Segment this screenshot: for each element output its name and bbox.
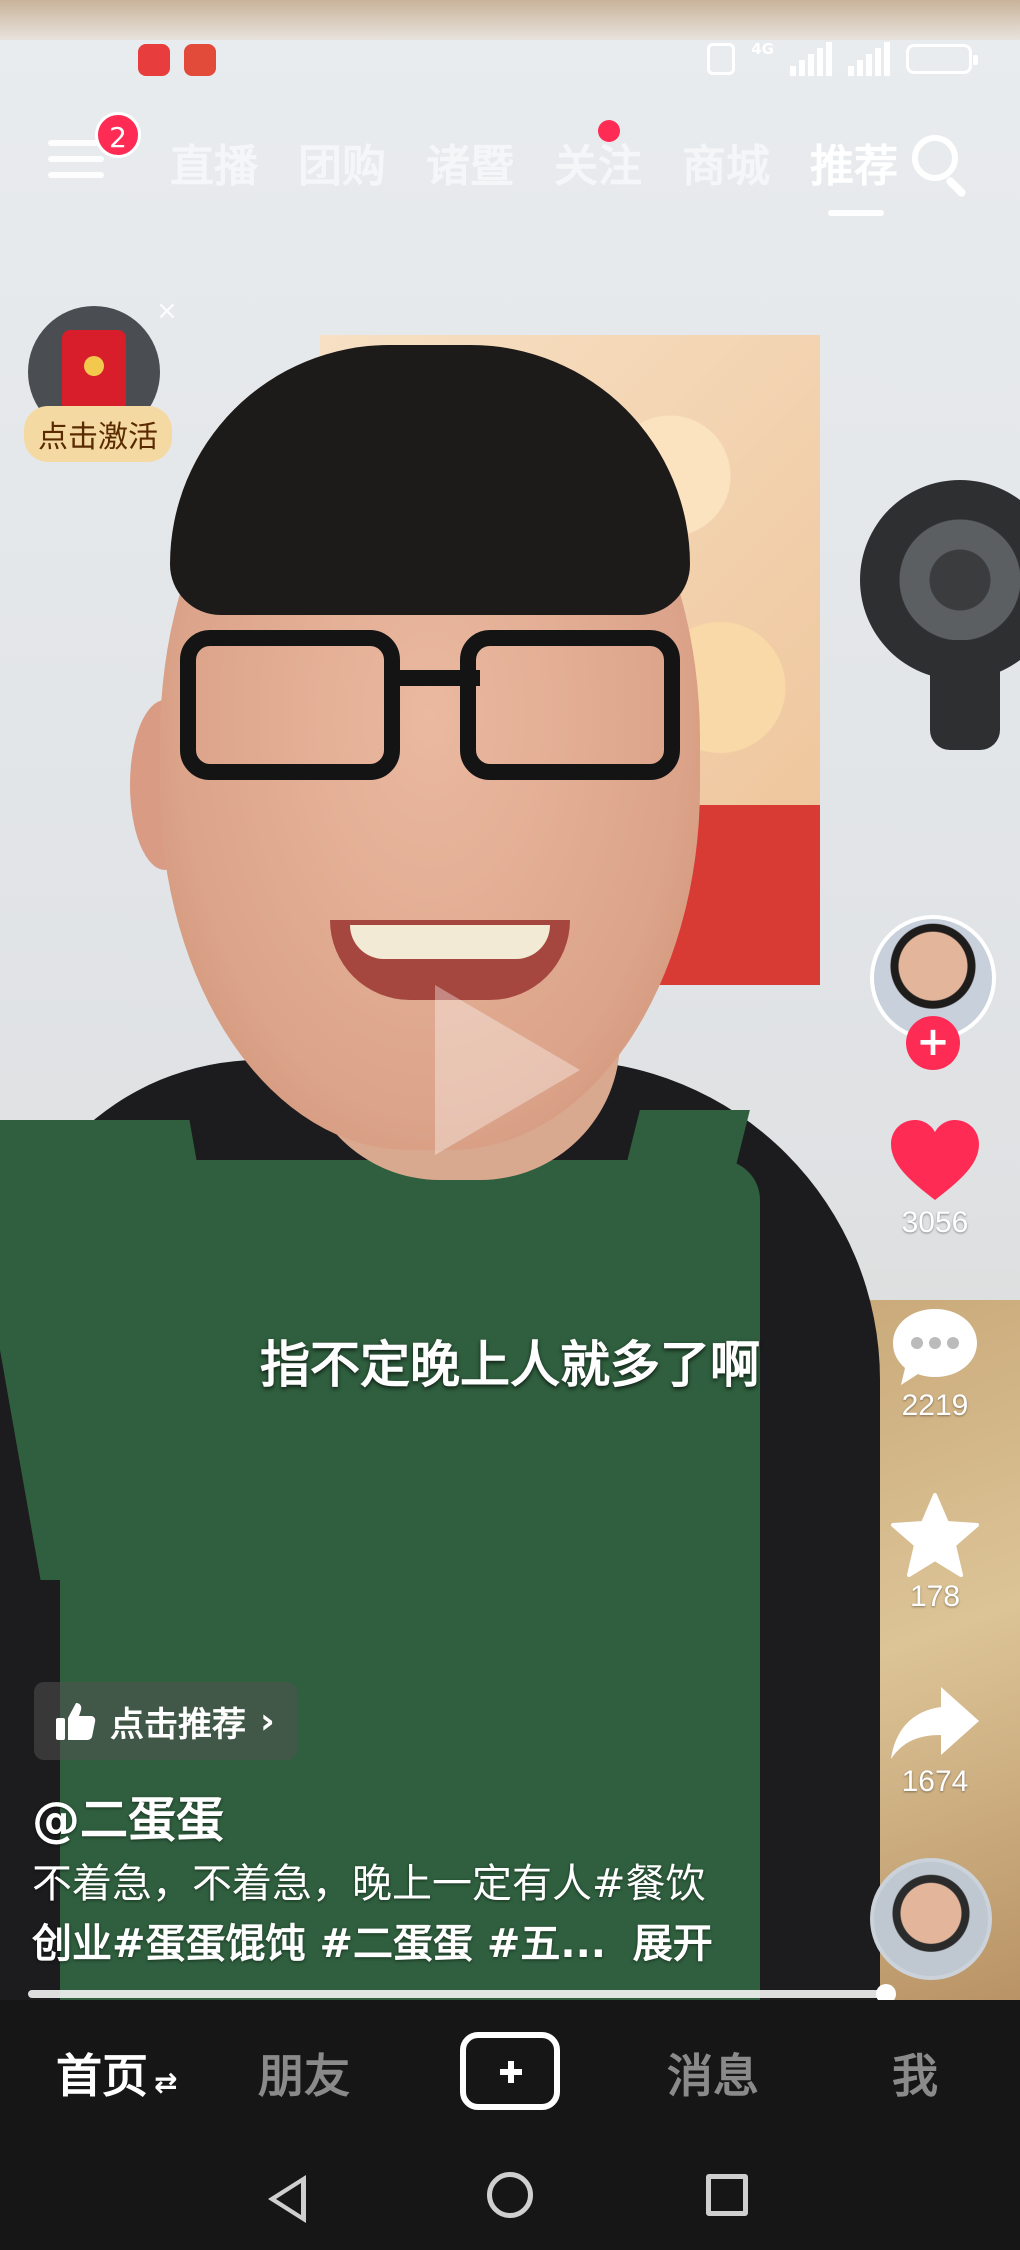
app-notification-icon: [184, 44, 216, 76]
nav-me[interactable]: 我: [892, 2040, 938, 2106]
recommend-label: 点击推荐: [110, 1704, 246, 1745]
red-packet-label[interactable]: 点击激活: [24, 406, 172, 462]
nav-home-label: 首页: [56, 2049, 148, 2103]
share-icon: [880, 1683, 990, 1765]
following-dot-badge: [598, 120, 620, 142]
notification-icons: [138, 44, 230, 80]
video-subtitle: 指不定晚上人就多了啊: [260, 1336, 760, 1394]
tab-group-buy[interactable]: 团购: [278, 130, 406, 194]
author-name[interactable]: @二蛋蛋: [32, 1780, 224, 1850]
chevron-right-icon: ›: [260, 1700, 275, 1742]
thumbs-up-icon: [56, 1703, 96, 1740]
nav-friends[interactable]: 朋友: [258, 2040, 350, 2106]
back-icon-inner: [276, 2183, 301, 2215]
share-count: 1674: [901, 1765, 969, 1798]
switch-icon: ⇄: [154, 2066, 178, 2099]
tab-live[interactable]: 直播: [150, 130, 278, 194]
description-line-2: 创业#蛋蛋馄饨 #二蛋蛋 #五...: [32, 1921, 606, 1967]
nav-home[interactable]: 首页 ⇄: [56, 2040, 177, 2106]
home-icon[interactable]: [487, 2172, 533, 2218]
status-bar: 4G: [0, 0, 1020, 110]
top-tabs: 直播 团购 诸暨 关注 商城 推荐: [150, 130, 918, 216]
video-progress-bar[interactable]: [28, 1984, 896, 2004]
signal-icon: [790, 42, 832, 76]
close-icon[interactable]: ×: [156, 296, 178, 326]
expand-label: 展开: [632, 1921, 713, 1967]
app-notification-icon: [138, 44, 170, 76]
search-icon[interactable]: [912, 135, 972, 199]
like-button[interactable]: 3056: [880, 1118, 990, 1240]
create-post-button[interactable]: [460, 2032, 560, 2110]
tab-recommend[interactable]: 推荐: [790, 130, 918, 216]
tab-local[interactable]: 诸暨: [406, 130, 534, 194]
recommend-button[interactable]: 点击推荐 ›: [34, 1682, 297, 1760]
play-icon[interactable]: [435, 985, 580, 1155]
like-count: 3056: [901, 1206, 969, 1239]
tab-mall[interactable]: 商城: [662, 130, 790, 194]
menu-badge: 2: [95, 112, 141, 158]
battery-icon: [906, 44, 978, 74]
heart-icon: [889, 1118, 981, 1202]
follow-button[interactable]: +: [906, 1016, 960, 1070]
person-glasses: [180, 630, 700, 800]
network-type-icon: 4G: [751, 40, 774, 58]
favorite-button[interactable]: 178: [880, 1492, 990, 1614]
signal-icon-2: [848, 42, 890, 76]
status-indicators: 4G: [707, 40, 978, 76]
fan-base: [930, 640, 1000, 750]
favorite-count: 178: [909, 1580, 961, 1613]
person-teeth: [350, 925, 550, 959]
nfc-icon: [707, 43, 736, 75]
description-line-1: 不着急，不着急，晚上一定有人#餐饮: [32, 1861, 706, 1907]
music-disc-avatar[interactable]: [870, 1858, 992, 1980]
nav-messages[interactable]: 消息: [667, 2040, 759, 2106]
recent-apps-icon[interactable]: [706, 2174, 748, 2216]
share-button[interactable]: 1674: [880, 1683, 990, 1799]
star-icon: [880, 1492, 990, 1580]
menu-button[interactable]: [48, 140, 104, 184]
tab-following[interactable]: 关注: [534, 130, 662, 194]
screen: 4G 2 直播 团购 诸暨 关注 商城 推荐 × 点击激活 + 3056 221…: [0, 0, 1020, 2250]
